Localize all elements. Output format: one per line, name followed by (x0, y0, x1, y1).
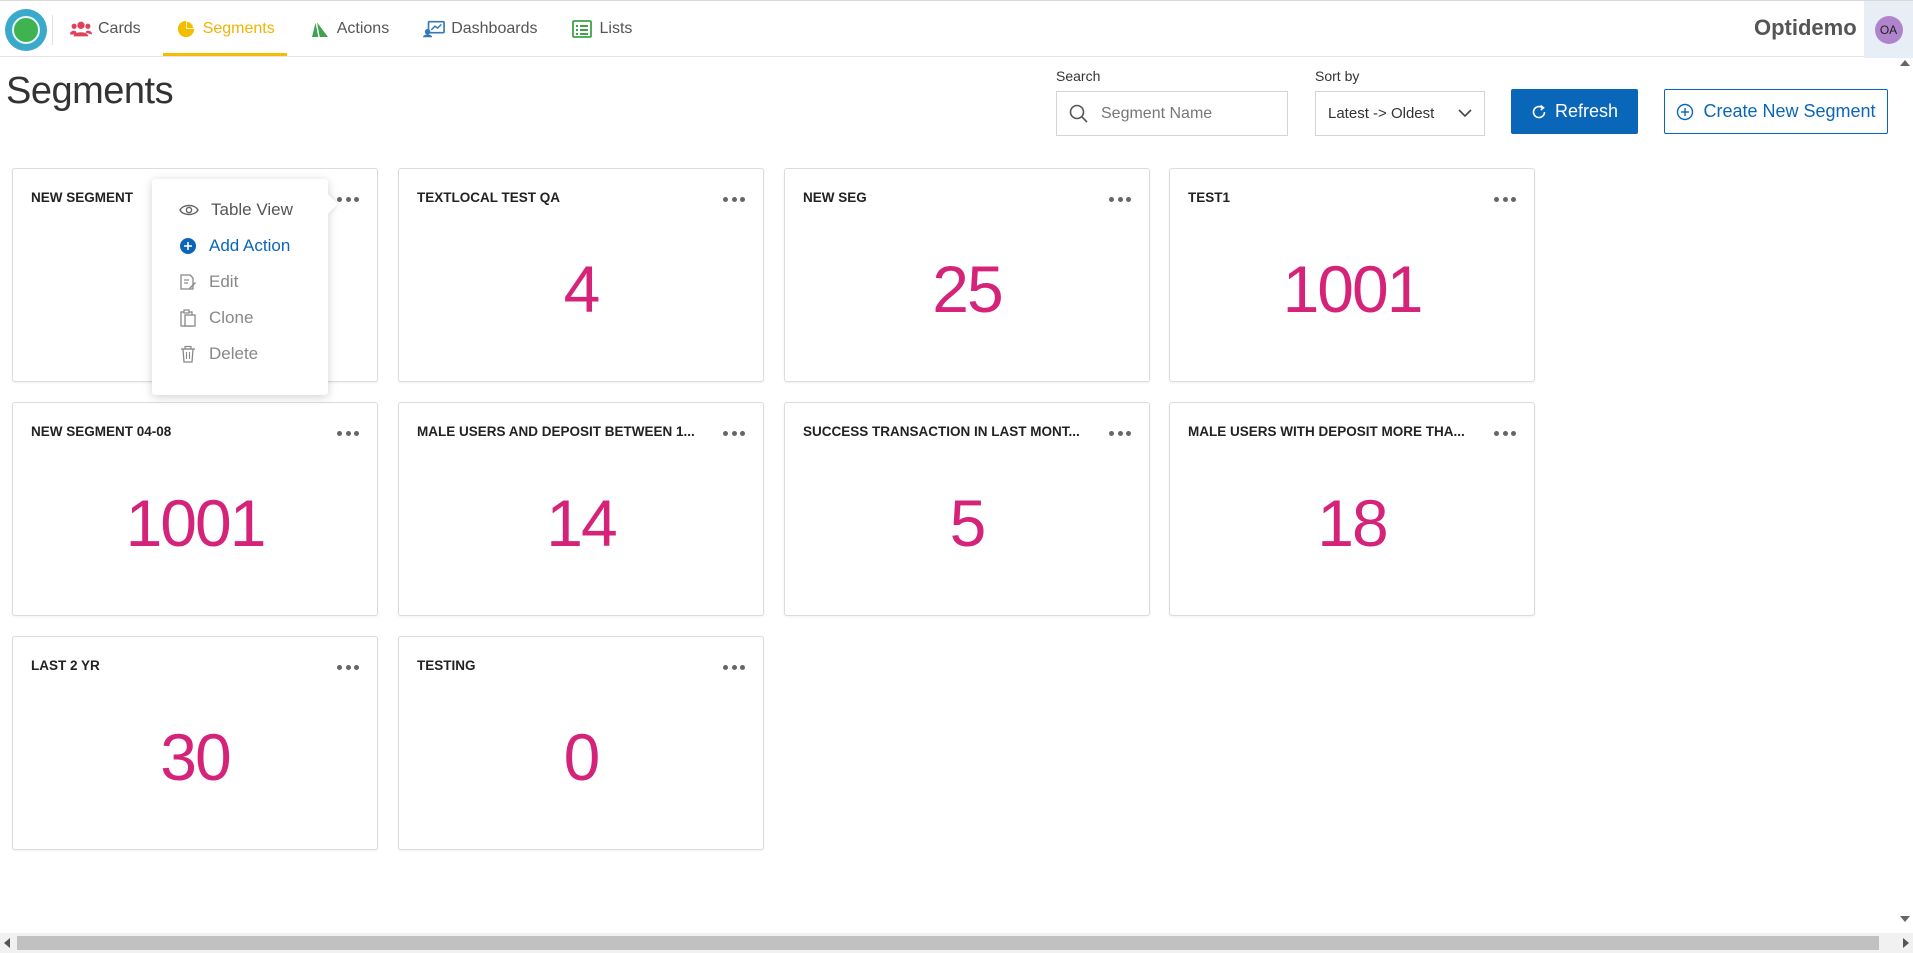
segment-card[interactable]: MALE USERS WITH DEPOSIT MORE THA... 18 (1169, 402, 1535, 616)
nav-divider (52, 15, 53, 45)
scroll-left-arrow[interactable] (4, 938, 10, 948)
app-logo[interactable] (5, 9, 47, 51)
nav-label-dashboards: Dashboards (451, 19, 538, 37)
edit-icon (180, 274, 196, 290)
more-options-icon[interactable] (1109, 429, 1131, 437)
nav-item-dashboards[interactable]: Dashboards (411, 1, 549, 56)
user-menu[interactable]: OA (1864, 1, 1913, 58)
nav-item-lists[interactable]: Lists (559, 1, 644, 56)
segment-card[interactable]: SUCCESS TRANSACTION IN LAST MONT... 5 (784, 402, 1150, 616)
menu-item-edit[interactable]: Edit (152, 264, 328, 300)
scroll-down-arrow[interactable] (1900, 916, 1910, 922)
nav-label-cards: Cards (98, 19, 141, 37)
plus-circle-icon (1677, 103, 1694, 120)
segment-title: NEW SEG (803, 190, 867, 205)
segment-count: 30 (160, 720, 231, 794)
logo-icon (12, 16, 40, 44)
pie-chart-icon (177, 20, 194, 37)
create-label: Create New Segment (1703, 101, 1876, 121)
menu-label: Table View (211, 200, 293, 219)
create-new-segment-button[interactable]: Create New Segment (1664, 89, 1888, 134)
scroll-up-arrow[interactable] (1900, 60, 1910, 66)
segment-title: LAST 2 YR (31, 658, 100, 673)
clone-icon (180, 309, 196, 327)
nav-label-lists: Lists (599, 19, 633, 37)
nav-label-actions: Actions (336, 19, 390, 37)
segment-card[interactable]: NEW SEG 25 (784, 168, 1150, 382)
eye-icon (179, 204, 199, 216)
menu-item-clone[interactable]: Clone (152, 300, 328, 336)
segment-count: 25 (932, 252, 1003, 326)
segment-title: SUCCESS TRANSACTION IN LAST MONT... (803, 424, 1080, 439)
refresh-icon (1532, 104, 1546, 118)
segment-card[interactable]: TESTING 0 (398, 636, 764, 850)
list-icon (572, 19, 593, 38)
sort-label: Sort by (1315, 68, 1360, 84)
dashboard-icon (423, 20, 446, 37)
menu-label: Clone (209, 308, 254, 327)
menu-item-delete[interactable]: Delete (152, 336, 328, 372)
main-nav: Cards Segments Actions Dashboards Lists (58, 1, 654, 58)
segment-context-menu: Table View Add Action Edit Clone Delete (152, 179, 328, 395)
segment-title: MALE USERS AND DEPOSIT BETWEEN 1... (417, 424, 695, 439)
nav-label-segments: Segments (202, 19, 275, 37)
users-icon (70, 21, 92, 36)
segment-card[interactable]: TEXTLOCAL TEST QA 4 (398, 168, 764, 382)
segment-count: 1001 (125, 486, 267, 560)
segment-card[interactable]: MALE USERS AND DEPOSIT BETWEEN 1... 14 (398, 402, 764, 616)
segment-title: NEW SEGMENT 04-08 (31, 424, 172, 439)
more-options-icon[interactable] (337, 429, 359, 437)
scrollbar-thumb[interactable] (17, 936, 1879, 950)
sort-value: Latest -> Oldest (1328, 105, 1435, 122)
more-options-icon[interactable] (337, 663, 359, 671)
segment-count: 5 (949, 486, 987, 560)
search-icon (1069, 104, 1088, 123)
segment-title: TEST1 (1188, 190, 1231, 205)
menu-label: Add Action (209, 236, 291, 255)
menu-label: Edit (209, 272, 239, 291)
trash-icon (181, 345, 195, 363)
segment-title: TESTING (417, 658, 476, 673)
nav-item-actions[interactable]: Actions (297, 1, 401, 56)
nav-item-cards[interactable]: Cards (58, 1, 153, 56)
more-options-icon[interactable] (1109, 195, 1131, 203)
search-label: Search (1056, 68, 1101, 84)
segment-count: 14 (546, 486, 617, 560)
segment-card[interactable]: LAST 2 YR 30 (12, 636, 378, 850)
segment-count: 18 (1317, 486, 1388, 560)
more-options-icon[interactable] (723, 429, 745, 437)
more-options-icon[interactable] (723, 195, 745, 203)
more-options-icon[interactable] (1494, 195, 1516, 203)
sort-select[interactable]: Latest -> Oldest (1315, 91, 1485, 136)
segment-count: 0 (563, 720, 601, 794)
segment-card[interactable]: TEST1 1001 (1169, 168, 1535, 382)
menu-item-table-view[interactable]: Table View (152, 192, 328, 228)
refresh-label: Refresh (1554, 101, 1619, 121)
nav-item-segments[interactable]: Segments (162, 1, 287, 56)
plus-circle-icon (180, 238, 196, 254)
segment-count: 4 (563, 252, 601, 326)
chevron-down-icon (1458, 109, 1472, 118)
segment-count: 1001 (1282, 252, 1424, 326)
menu-item-add-action[interactable]: Add Action (152, 228, 328, 264)
search-input[interactable] (1099, 103, 1269, 124)
segment-title: TEXTLOCAL TEST QA (417, 190, 561, 205)
segment-title: NEW SEGMENT (31, 190, 134, 205)
search-field[interactable] (1056, 91, 1288, 136)
avatar: OA (1874, 15, 1903, 44)
brand-name: Optidemo (1754, 15, 1857, 40)
refresh-button[interactable]: Refresh (1511, 89, 1638, 134)
segment-card[interactable]: NEW SEGMENT 04-08 1001 (12, 402, 378, 616)
more-options-icon[interactable] (1494, 429, 1516, 437)
more-options-icon[interactable] (723, 663, 745, 671)
top-navigation-bar: Cards Segments Actions Dashboards Lists … (0, 0, 1913, 58)
segment-title: MALE USERS WITH DEPOSIT MORE THA... (1188, 424, 1465, 439)
more-options-icon[interactable] (337, 195, 359, 203)
horizontal-scrollbar[interactable] (0, 933, 1913, 953)
scroll-right-arrow[interactable] (1903, 938, 1909, 948)
paper-plane-icon (311, 20, 328, 37)
menu-label: Delete (209, 344, 259, 363)
page-title: Segments (6, 70, 174, 112)
